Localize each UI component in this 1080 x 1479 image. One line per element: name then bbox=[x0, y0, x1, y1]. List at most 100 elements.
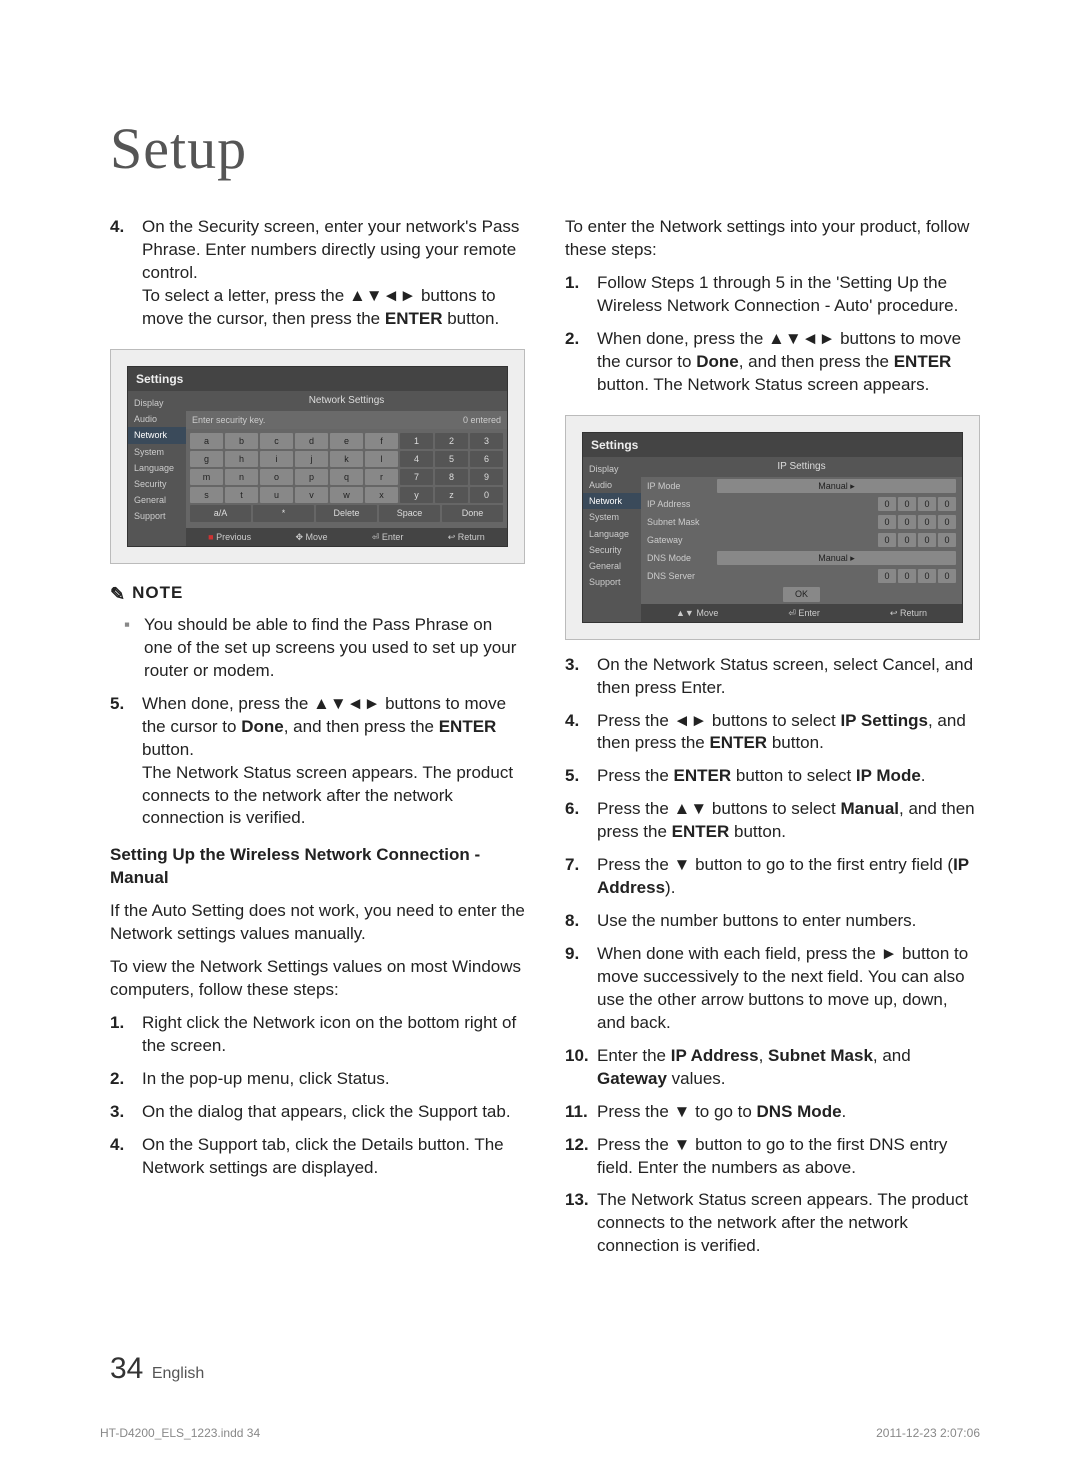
key: k bbox=[330, 451, 363, 467]
key: h bbox=[225, 451, 258, 467]
step-text: Press the ▼ button to go to the first DN… bbox=[597, 1134, 980, 1180]
ip-row: IP ModeManual ▸ bbox=[641, 477, 962, 495]
step-number: 7. bbox=[565, 854, 589, 900]
step-4: 4. On the Security screen, enter your ne… bbox=[110, 216, 525, 331]
shot-menu: Display Audio Network System Language Se… bbox=[128, 391, 186, 545]
ip-label: IP Mode bbox=[647, 480, 717, 492]
prompt-left: Enter security key. bbox=[192, 414, 265, 426]
win-step: 1.Right click the Network icon on the bo… bbox=[110, 1012, 525, 1058]
key: y bbox=[400, 487, 433, 503]
key-func: Space bbox=[379, 505, 440, 521]
paragraph: To view the Network Settings values on m… bbox=[110, 956, 525, 1002]
panel-title: IP Settings bbox=[641, 457, 962, 477]
key: r bbox=[365, 469, 398, 485]
ip-label: IP Address bbox=[647, 498, 717, 510]
key: d bbox=[295, 433, 328, 449]
step: 4.Press the ◄► buttons to select IP Sett… bbox=[565, 710, 980, 756]
step-1: 1.Follow Steps 1 through 5 in the 'Setti… bbox=[565, 272, 980, 318]
key-func: * bbox=[253, 505, 314, 521]
key: 1 bbox=[400, 433, 433, 449]
key: b bbox=[225, 433, 258, 449]
step-number: 4. bbox=[110, 216, 134, 331]
step-number: 6. bbox=[565, 798, 589, 844]
key: 9 bbox=[470, 469, 503, 485]
key: f bbox=[365, 433, 398, 449]
step-text: Press the ◄► buttons to select IP Settin… bbox=[597, 710, 980, 756]
step-text: Enter the IP Address, Subnet Mask, and G… bbox=[597, 1045, 980, 1091]
key: g bbox=[190, 451, 223, 467]
shot-title: Settings bbox=[128, 367, 507, 391]
step-text: Press the ENTER button to select IP Mode… bbox=[597, 765, 980, 788]
step: 12. Press the ▼ button to go to the first… bbox=[565, 1134, 980, 1180]
step: 11. Press the ▼ to go to DNS Mode. bbox=[565, 1101, 980, 1124]
key: e bbox=[330, 433, 363, 449]
step-number: 11. bbox=[565, 1101, 589, 1124]
step: 5. Press the ENTER button to select IP Mo… bbox=[565, 765, 980, 788]
right-column: To enter the Network settings into your … bbox=[565, 216, 980, 1268]
ip-value: Manual ▸ bbox=[717, 551, 956, 565]
step-text: Press the ▲▼ buttons to select Manual, a… bbox=[597, 798, 980, 844]
key: 4 bbox=[400, 451, 433, 467]
key: x bbox=[365, 487, 398, 503]
step-text: On the Network Status screen, select Can… bbox=[597, 654, 980, 700]
step-number: 5. bbox=[565, 765, 589, 788]
shot-menu: Display Audio Network System Language Se… bbox=[583, 457, 641, 622]
step-text: When done, press the ▲▼◄► buttons to mov… bbox=[142, 693, 525, 831]
key: j bbox=[295, 451, 328, 467]
step: 8. Use the number buttons to enter number… bbox=[565, 910, 980, 933]
page-footer: 34 English bbox=[110, 1349, 204, 1390]
key: 7 bbox=[400, 469, 433, 485]
footer-left: HT-D4200_ELS_1223.indd 34 bbox=[100, 1425, 260, 1441]
ip-value: Manual ▸ bbox=[717, 479, 956, 493]
key: 6 bbox=[470, 451, 503, 467]
step-text: Press the ▼ to go to DNS Mode. bbox=[597, 1101, 980, 1124]
step-number: 12. bbox=[565, 1134, 589, 1180]
shot-footer: Previous ✥ Move ⏎ Enter ↩ Return bbox=[186, 528, 507, 546]
step: 6.Press the ▲▼ buttons to select Manual,… bbox=[565, 798, 980, 844]
step: 3.On the Network Status screen, select C… bbox=[565, 654, 980, 700]
key: 2 bbox=[435, 433, 468, 449]
prompt-right: 0 entered bbox=[463, 414, 501, 426]
key: c bbox=[260, 433, 293, 449]
step-number: 13. bbox=[565, 1189, 589, 1258]
key: v bbox=[295, 487, 328, 503]
key: u bbox=[260, 487, 293, 503]
shot-title: Settings bbox=[583, 433, 962, 457]
step-number: 8. bbox=[565, 910, 589, 933]
key: i bbox=[260, 451, 293, 467]
paragraph: To enter the Network settings into your … bbox=[565, 216, 980, 262]
step-5: 5. When done, press the ▲▼◄► buttons to … bbox=[110, 693, 525, 831]
ip-row: DNS ModeManual ▸ bbox=[641, 549, 962, 567]
ip-row: Subnet Mask0000 bbox=[641, 513, 962, 531]
note-icon: ✎ bbox=[110, 582, 126, 606]
key: t bbox=[225, 487, 258, 503]
step-number: 9. bbox=[565, 943, 589, 1035]
page-title: Setup bbox=[110, 110, 980, 188]
ip-label: Gateway bbox=[647, 534, 717, 546]
ok-button: OK bbox=[783, 587, 820, 601]
key-func: Delete bbox=[316, 505, 377, 521]
note-heading: ✎ NOTE bbox=[110, 582, 525, 606]
step-number: 5. bbox=[110, 693, 134, 831]
step-text: Use the number buttons to enter numbers. bbox=[597, 910, 980, 933]
screenshot-keyboard: Settings Display Audio Network System La… bbox=[110, 349, 525, 564]
step: 13.The Network Status screen appears. Th… bbox=[565, 1189, 980, 1258]
page-language: English bbox=[152, 1365, 204, 1382]
key: w bbox=[330, 487, 363, 503]
ip-label: DNS Server bbox=[647, 570, 717, 582]
page-number: 34 bbox=[110, 1352, 143, 1385]
key: q bbox=[330, 469, 363, 485]
step: 7.Press the ▼ button to go to the first … bbox=[565, 854, 980, 900]
paragraph: If the Auto Setting does not work, you n… bbox=[110, 900, 525, 946]
print-footer: HT-D4200_ELS_1223.indd 34 2011-12-23 2:0… bbox=[100, 1425, 980, 1441]
ip-label: DNS Mode bbox=[647, 552, 717, 564]
ip-value: 0000 bbox=[717, 569, 956, 583]
win-step: 3.On the dialog that appears, click the … bbox=[110, 1101, 525, 1124]
step-number: 3. bbox=[565, 654, 589, 700]
note-item: You should be able to find the Pass Phra… bbox=[110, 614, 525, 683]
ip-row: DNS Server0000 bbox=[641, 567, 962, 585]
ip-row: Gateway0000 bbox=[641, 531, 962, 549]
ip-value: 0000 bbox=[717, 497, 956, 511]
step: 9.When done with each field, press the ►… bbox=[565, 943, 980, 1035]
key: a bbox=[190, 433, 223, 449]
